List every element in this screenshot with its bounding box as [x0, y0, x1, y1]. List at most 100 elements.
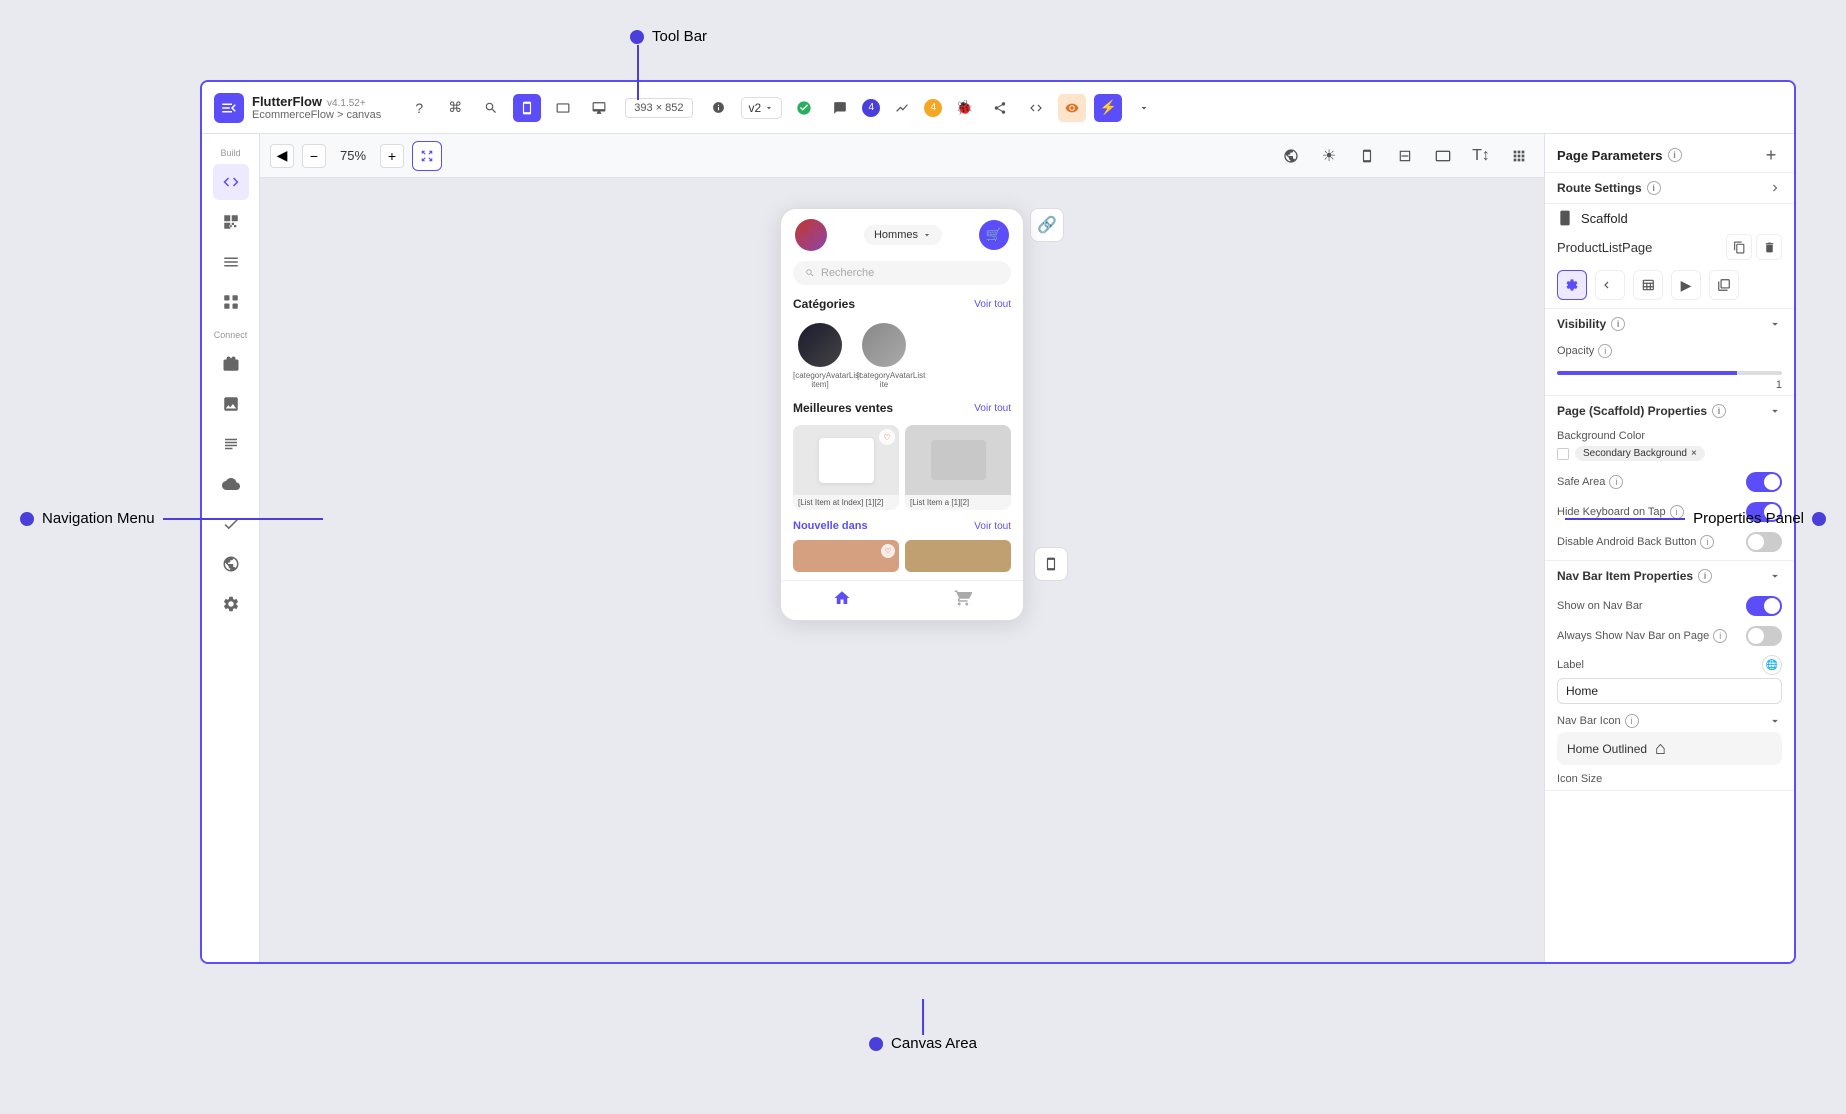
globe-button[interactable]: [1276, 141, 1306, 171]
new-voir-tout[interactable]: Voir tout: [974, 521, 1011, 532]
show-on-nav-toggle[interactable]: [1746, 596, 1782, 616]
zoom-out-button[interactable]: −: [302, 144, 326, 168]
mobile-view-button[interactable]: [513, 94, 541, 122]
disable-android-toggle[interactable]: [1746, 532, 1782, 552]
home-nav-icon[interactable]: [833, 589, 851, 612]
home-icon-symbol: ⌂: [1655, 738, 1666, 759]
route-settings-info-icon[interactable]: i: [1647, 181, 1661, 195]
bestsellers-voir-tout[interactable]: Voir tout: [974, 403, 1011, 414]
nav-icon-widgets[interactable]: [213, 204, 249, 240]
scaffold-copy-button[interactable]: [1726, 234, 1752, 260]
tool-code-btn[interactable]: [1709, 270, 1739, 300]
route-settings-header[interactable]: Route Settings i: [1545, 173, 1794, 203]
tool-table-btn[interactable]: [1633, 270, 1663, 300]
bug-button[interactable]: 🐞: [950, 94, 978, 122]
category-dropdown[interactable]: Hommes: [864, 225, 942, 245]
new-product-1[interactable]: ♡: [793, 540, 899, 572]
scaffold-props-info-icon[interactable]: i: [1712, 404, 1726, 418]
size-info-button[interactable]: [705, 94, 733, 122]
add-param-button[interactable]: +: [1760, 144, 1782, 166]
scaffold-icon: [1557, 210, 1573, 226]
product-card-2[interactable]: [List Item a [1][2]: [905, 425, 1011, 510]
check-button[interactable]: [790, 94, 818, 122]
tablet-canvas-button[interactable]: [1428, 141, 1458, 171]
expand-button[interactable]: [1130, 94, 1158, 122]
left-navigation: Build Connect: [202, 134, 260, 962]
device-indicator-button[interactable]: [1034, 547, 1068, 581]
split-button[interactable]: ⊟: [1390, 141, 1420, 171]
new-product-2[interactable]: [905, 540, 1011, 572]
search-bar[interactable]: Recherche: [793, 261, 1011, 285]
nav-icon-cloud[interactable]: [213, 466, 249, 502]
icon-selector[interactable]: Home Outlined ⌂: [1557, 732, 1782, 765]
visibility-chevron: [1768, 317, 1782, 331]
zoom-fit-button[interactable]: [412, 141, 442, 171]
run-button[interactable]: ⚡: [1094, 94, 1122, 122]
icon-size-label: Icon Size: [1557, 773, 1602, 785]
preview-button[interactable]: [1058, 94, 1086, 122]
safe-area-toggle[interactable]: [1746, 472, 1782, 492]
share-button[interactable]: [986, 94, 1014, 122]
nav-icon-media[interactable]: [213, 386, 249, 422]
opacity-info-icon[interactable]: i: [1598, 344, 1612, 358]
nav-bar-icon-info[interactable]: i: [1625, 714, 1639, 728]
nav-icon-components[interactable]: [213, 284, 249, 320]
nav-icon-layers[interactable]: [213, 244, 249, 280]
category-label-1: [categoryAvatarList item]: [793, 371, 847, 389]
phone-mockup: Hommes 🛒 Recherche: [780, 208, 1024, 621]
nav-bar-info-icon[interactable]: i: [1698, 569, 1712, 583]
always-show-nav-toggle[interactable]: [1746, 626, 1782, 646]
secondary-background-close[interactable]: ×: [1691, 448, 1697, 459]
sun-button[interactable]: ☀: [1314, 141, 1344, 171]
tablet-view-button[interactable]: [549, 94, 577, 122]
nav-icon-api[interactable]: [213, 546, 249, 582]
nav-icon-data[interactable]: [213, 346, 249, 382]
scaffold-delete-button[interactable]: [1756, 234, 1782, 260]
code-button[interactable]: [1022, 94, 1050, 122]
category-item-1[interactable]: [categoryAvatarList item]: [793, 323, 847, 389]
disable-android-info-icon[interactable]: i: [1700, 535, 1714, 549]
categories-voir-tout[interactable]: Voir tout: [974, 299, 1011, 310]
heart-icon-1[interactable]: ♡: [879, 429, 895, 445]
label-info-btn[interactable]: 🌐: [1762, 655, 1782, 675]
mobile-canvas-button[interactable]: [1352, 141, 1382, 171]
scaffold-props-header[interactable]: Page (Scaffold) Properties i: [1545, 396, 1794, 426]
search-button[interactable]: [477, 94, 505, 122]
background-color-checkbox[interactable]: [1557, 448, 1569, 460]
tool-play-btn[interactable]: ▶: [1671, 270, 1701, 300]
categories-title: Catégories: [793, 297, 855, 311]
always-show-info-icon[interactable]: i: [1713, 629, 1727, 643]
safe-area-info-icon[interactable]: i: [1609, 475, 1623, 489]
chat-button[interactable]: [826, 94, 854, 122]
visibility-info-icon[interactable]: i: [1611, 317, 1625, 331]
label-input[interactable]: [1557, 678, 1782, 704]
product-card-1[interactable]: ♡ [List Item at Index] [1][2]: [793, 425, 899, 510]
nav-bar-header[interactable]: Nav Bar Item Properties i: [1545, 561, 1794, 591]
nav-icon-build[interactable]: [213, 164, 249, 200]
link-indicator-button[interactable]: 🔗: [1030, 208, 1064, 242]
nav-icon-text[interactable]: [213, 426, 249, 462]
help-button[interactable]: ?: [405, 94, 433, 122]
page-params-info-icon[interactable]: i: [1668, 148, 1682, 162]
bestsellers-header: Meilleures ventes Voir tout: [781, 397, 1023, 419]
sidebar-toggle-button[interactable]: ◀: [270, 144, 294, 168]
nav-icon-settings[interactable]: [213, 586, 249, 622]
home-outlined-label: Home Outlined: [1567, 742, 1647, 756]
activity-button[interactable]: [888, 94, 916, 122]
opacity-slider[interactable]: [1557, 371, 1782, 375]
text-size-button[interactable]: T↕: [1466, 141, 1496, 171]
tool-actions-btn[interactable]: [1595, 270, 1625, 300]
category-item-2[interactable]: [categoryAvatarList ite: [857, 323, 911, 389]
cart-nav-icon[interactable]: [954, 589, 972, 612]
icon-selector-content: Home Outlined ⌂: [1567, 738, 1666, 759]
grid-button[interactable]: [1504, 141, 1534, 171]
new-header: Nouvelle dans Voir tout: [781, 516, 1023, 536]
zoom-in-button[interactable]: +: [380, 144, 404, 168]
cart-button[interactable]: 🛒: [979, 220, 1009, 250]
visibility-header[interactable]: Visibility i: [1545, 309, 1794, 339]
shortcuts-button[interactable]: ⌘: [441, 94, 469, 122]
tool-properties-btn[interactable]: [1557, 270, 1587, 300]
secondary-background-tag[interactable]: Secondary Background ×: [1575, 446, 1705, 461]
version-dropdown[interactable]: v2: [741, 97, 783, 119]
desktop-view-button[interactable]: [585, 94, 613, 122]
